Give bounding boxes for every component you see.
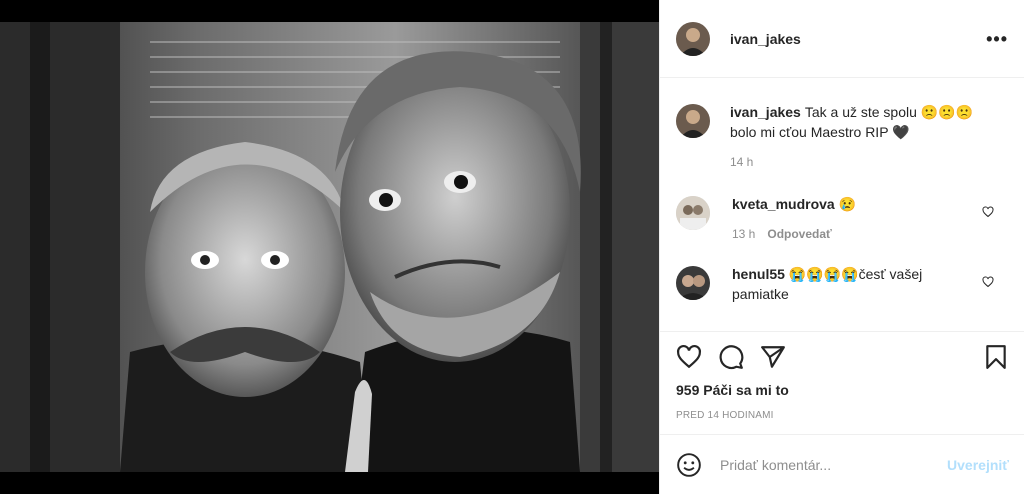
caption-time[interactable]: 14 h xyxy=(730,155,753,169)
comment-icon[interactable] xyxy=(718,344,744,370)
post-photo[interactable] xyxy=(0,22,659,472)
heart-icon[interactable] xyxy=(676,344,702,370)
bookmark-icon[interactable] xyxy=(983,344,1009,370)
comment-item: kveta_mudrova 😢 13 h Odpovedať xyxy=(676,194,1008,244)
comment-input[interactable] xyxy=(720,456,930,473)
post-timestamp[interactable]: PRED 14 HODINAMI xyxy=(676,410,1009,421)
comment-username[interactable]: kveta_mudrova xyxy=(732,196,835,212)
author-username[interactable]: ivan_jakes xyxy=(730,31,801,47)
comment-text: 😢 xyxy=(838,196,857,212)
commenter-avatar[interactable] xyxy=(676,196,710,230)
add-comment-bar: Uverejniť xyxy=(660,434,1024,494)
caption: ivan_jakes Tak a už ste spolu 🙁🙁🙁 bolo mi… xyxy=(676,102,1008,172)
comment-like-heart-icon[interactable] xyxy=(982,206,994,218)
comment-like-heart-icon[interactable] xyxy=(982,276,994,288)
post-photo-area xyxy=(0,0,659,494)
instagram-post-modal: ivan_jakes ••• ivan_jakes Tak a už ste sp… xyxy=(0,0,1024,494)
more-options-icon[interactable]: ••• xyxy=(986,30,1008,48)
post-sidebar: ivan_jakes ••• ivan_jakes Tak a už ste sp… xyxy=(659,0,1024,494)
comment-username[interactable]: henul55 xyxy=(732,266,785,282)
post-actions: 959 Páči sa mi to PRED 14 HODINAMI xyxy=(660,331,1024,421)
share-icon[interactable] xyxy=(760,344,786,370)
caption-username[interactable]: ivan_jakes xyxy=(730,104,801,120)
comment-item: henul55 😭😭😭😭česť vašej pamiatke xyxy=(676,264,1008,304)
emoji-icon[interactable] xyxy=(676,452,702,478)
comments-list: ivan_jakes Tak a už ste spolu 🙁🙁🙁 bolo mi… xyxy=(660,78,1024,331)
author-avatar[interactable] xyxy=(676,21,710,56)
commenter-avatar[interactable] xyxy=(676,266,710,300)
reply-button[interactable]: Odpovedať xyxy=(767,227,831,241)
likes-count[interactable]: 959 Páči sa mi to xyxy=(676,382,1009,398)
comment-time[interactable]: 13 h xyxy=(732,227,755,241)
post-header: ivan_jakes ••• xyxy=(660,0,1024,78)
action-icons xyxy=(676,332,1009,382)
caption-avatar[interactable] xyxy=(676,104,710,138)
post-comment-button[interactable]: Uverejniť xyxy=(947,457,1009,473)
